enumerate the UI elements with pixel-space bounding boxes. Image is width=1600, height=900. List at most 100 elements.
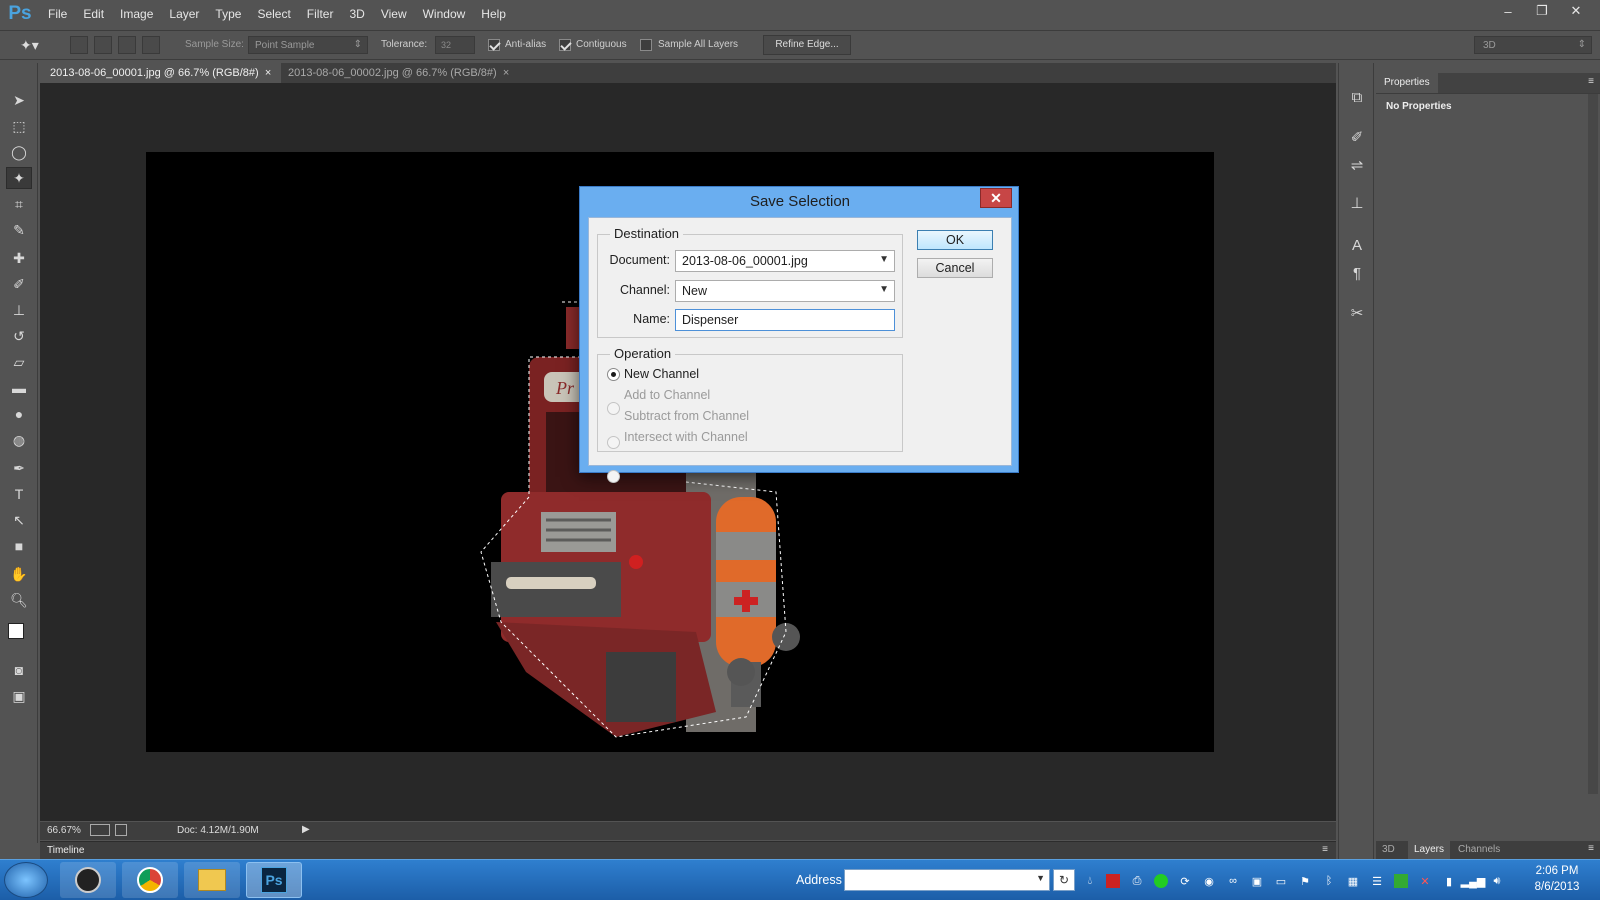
panel-menu-icon[interactable]: ≡ bbox=[1322, 844, 1328, 855]
intersect-with-channel-radio[interactable] bbox=[607, 470, 620, 483]
workspace-select[interactable]: 3D ⇕ bbox=[1474, 36, 1592, 54]
blur-tool-icon[interactable]: ● bbox=[6, 403, 32, 425]
healing-brush-icon[interactable]: ✚ bbox=[6, 247, 32, 269]
magic-wand-tool-icon[interactable]: ✦ bbox=[6, 167, 32, 189]
dialog-close-button[interactable]: ✕ bbox=[980, 188, 1012, 208]
tray-battery-icon[interactable] bbox=[1394, 874, 1408, 888]
new-selection-icon[interactable] bbox=[70, 36, 88, 54]
tab-document-2[interactable]: 2013-08-06_00002.jpg @ 66.7% (RGB/8#) × bbox=[278, 63, 519, 83]
tab-close-icon[interactable]: × bbox=[503, 67, 509, 79]
menu-image[interactable]: Image bbox=[112, 0, 161, 28]
type-tool-icon[interactable]: T bbox=[6, 483, 32, 505]
zoom-tool-icon[interactable]: 🔍︎ bbox=[6, 589, 32, 611]
menu-window[interactable]: Window bbox=[415, 0, 474, 28]
eraser-tool-icon[interactable]: ▱ bbox=[6, 351, 32, 373]
tolerance-input[interactable]: 32 bbox=[435, 36, 475, 54]
paragraph-panel-icon[interactable]: ¶ bbox=[1345, 261, 1369, 285]
photoshop-taskbar-button[interactable]: Ps bbox=[246, 862, 302, 898]
clone-source-icon[interactable]: ⊥ bbox=[1345, 191, 1369, 215]
contiguous-checkbox[interactable] bbox=[559, 39, 571, 52]
menu-type[interactable]: Type bbox=[207, 0, 249, 28]
tray-device-icon[interactable]: ▣ bbox=[1250, 874, 1264, 888]
tray-steam-icon[interactable]: ◉ bbox=[1202, 874, 1216, 888]
subtract-selection-icon[interactable] bbox=[118, 36, 136, 54]
brush-panel-icon[interactable]: ✐ bbox=[1345, 125, 1369, 149]
gradient-tool-icon[interactable]: ▬ bbox=[6, 377, 32, 399]
volume-icon[interactable]: 🔊︎ bbox=[1490, 874, 1504, 888]
sample-size-select[interactable]: Point Sample ⇕ bbox=[248, 36, 368, 54]
adjustments-panel-icon[interactable]: ⇌ bbox=[1345, 153, 1369, 177]
clock-time[interactable]: 2:06 PM bbox=[1522, 865, 1592, 877]
zoom-level[interactable]: 66.67% bbox=[47, 825, 81, 836]
ok-button[interactable]: OK bbox=[917, 230, 993, 250]
tool-presets-icon[interactable]: ✂ bbox=[1345, 301, 1369, 325]
menu-layer[interactable]: Layer bbox=[161, 0, 207, 28]
tray-drive-icon[interactable]: ☰ bbox=[1370, 874, 1384, 888]
clock-date[interactable]: 8/6/2013 bbox=[1522, 881, 1592, 893]
tray-sync-icon[interactable]: ⟳ bbox=[1178, 874, 1192, 888]
add-to-channel-label[interactable]: Add to Channel bbox=[624, 388, 710, 402]
tab-3d[interactable]: 3D bbox=[1382, 844, 1395, 855]
tray-link-icon[interactable]: ∞ bbox=[1226, 874, 1240, 888]
new-channel-label[interactable]: New Channel bbox=[624, 367, 699, 381]
add-to-channel-radio[interactable] bbox=[607, 402, 620, 415]
menu-view[interactable]: View bbox=[373, 0, 415, 28]
dodge-tool-icon[interactable]: ◍ bbox=[6, 429, 32, 451]
menu-filter[interactable]: Filter bbox=[299, 0, 342, 28]
start-button[interactable] bbox=[4, 862, 48, 898]
crop-tool-icon[interactable]: ⌗ bbox=[6, 193, 32, 215]
close-window-button[interactable]: ✕ bbox=[1560, 0, 1592, 22]
tab-channels[interactable]: Channels bbox=[1458, 844, 1500, 855]
panel-menu-icon[interactable]: ≡ bbox=[1588, 843, 1594, 854]
tab-properties[interactable]: Properties bbox=[1376, 73, 1438, 93]
quick-mask-icon[interactable]: ◙ bbox=[6, 659, 32, 681]
share-icon[interactable] bbox=[115, 824, 127, 836]
name-input[interactable]: Dispenser bbox=[675, 309, 895, 331]
bluetooth-icon[interactable]: ᛒ bbox=[1322, 874, 1336, 888]
tab-close-icon[interactable]: × bbox=[265, 67, 271, 79]
magic-wand-preset-icon[interactable]: ✦▾ bbox=[20, 37, 46, 55]
history-brush-icon[interactable]: ↺ bbox=[6, 325, 32, 347]
minimize-button[interactable]: – bbox=[1492, 0, 1524, 22]
menu-edit[interactable]: Edit bbox=[75, 0, 112, 28]
new-channel-radio[interactable] bbox=[607, 368, 620, 381]
history-panel-icon[interactable]: ⧉ bbox=[1345, 85, 1369, 109]
chrome-taskbar-button[interactable] bbox=[122, 862, 178, 898]
status-menu-arrow-icon[interactable]: ▶ bbox=[302, 824, 310, 835]
tray-network-error-icon[interactable]: ✕ bbox=[1418, 874, 1432, 888]
tray-status-icon[interactable] bbox=[1154, 874, 1168, 888]
add-selection-icon[interactable] bbox=[94, 36, 112, 54]
menu-select[interactable]: Select bbox=[249, 0, 298, 28]
tray-printer-icon[interactable]: ⎙ bbox=[1130, 874, 1144, 888]
menu-3d[interactable]: 3D bbox=[341, 0, 372, 28]
wifi-signal-icon[interactable]: ▂▄▆ bbox=[1461, 874, 1486, 888]
shape-tool-icon[interactable]: ■ bbox=[6, 535, 32, 557]
tray-flag-icon[interactable]: ⚑ bbox=[1298, 874, 1312, 888]
pen-tool-icon[interactable]: ✒ bbox=[6, 457, 32, 479]
timeline-tab[interactable]: Timeline bbox=[47, 845, 84, 856]
marquee-tool-icon[interactable]: ⬚ bbox=[6, 115, 32, 137]
panel-menu-icon[interactable]: ≡ bbox=[1588, 76, 1594, 87]
document-select[interactable]: 2013-08-06_00001.jpg ▼ bbox=[675, 250, 895, 272]
tray-app-icon[interactable] bbox=[1106, 874, 1120, 888]
tab-layers[interactable]: Layers bbox=[1408, 841, 1450, 859]
tray-gpu-icon[interactable]: ▦ bbox=[1346, 874, 1360, 888]
eyedropper-tool-icon[interactable]: ✎ bbox=[6, 219, 32, 241]
refine-edge-button[interactable]: Refine Edge... bbox=[763, 35, 851, 55]
lasso-tool-icon[interactable]: ◯ bbox=[6, 141, 32, 163]
screen-mode-icon[interactable]: ▣ bbox=[6, 685, 32, 707]
subtract-from-channel-label[interactable]: Subtract from Channel bbox=[624, 409, 749, 423]
address-input[interactable]: ▼ bbox=[844, 869, 1050, 891]
hand-tool-icon[interactable]: ✋ bbox=[6, 563, 32, 585]
tray-monitor-icon[interactable]: ▭ bbox=[1274, 874, 1288, 888]
tray-power-icon[interactable]: ▮ bbox=[1442, 874, 1456, 888]
restore-button[interactable]: ❐ bbox=[1526, 0, 1558, 22]
path-selection-icon[interactable]: ↖ bbox=[6, 509, 32, 531]
antialias-checkbox[interactable] bbox=[488, 39, 500, 52]
sample-all-layers-checkbox[interactable] bbox=[640, 39, 652, 52]
cancel-button[interactable]: Cancel bbox=[917, 258, 993, 278]
refresh-icon[interactable]: ↻ bbox=[1053, 869, 1075, 891]
stamp-tool-icon[interactable]: ⊥ bbox=[6, 299, 32, 321]
intersect-selection-icon[interactable] bbox=[142, 36, 160, 54]
tray-drop-icon[interactable]: 💧︎ bbox=[1083, 874, 1097, 888]
